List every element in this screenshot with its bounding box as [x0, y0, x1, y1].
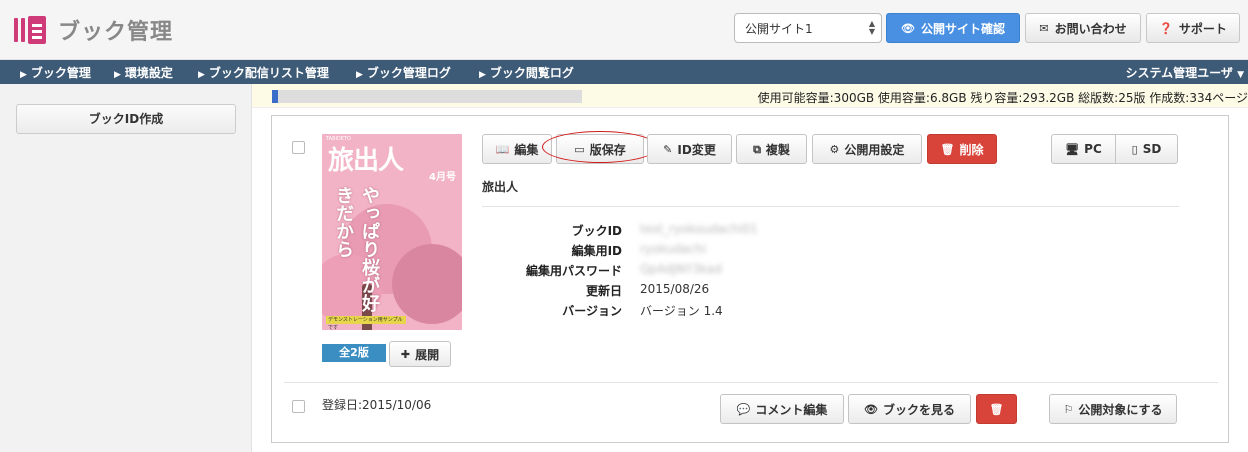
book-id-label: ブックID	[571, 224, 622, 238]
app-title: ブック管理	[58, 20, 174, 45]
nav-item-environment[interactable]: ▶ 環境設定	[114, 64, 173, 81]
edit-password-label: 編集用パスワード	[525, 264, 622, 278]
version-label: バージョン	[562, 304, 622, 318]
flag-icon: ⚐	[1063, 402, 1074, 416]
card-footer-divider	[284, 382, 1218, 383]
nav-label: ブック配信リスト管理	[208, 66, 329, 80]
change-id-label: ID変更	[677, 142, 716, 157]
change-id-button[interactable]: ✎ ID変更	[647, 134, 732, 164]
cover-month: 4月号	[429, 172, 456, 183]
delete-comment-button[interactable]: 🗑	[976, 394, 1017, 424]
cover-title: 旅出人	[328, 146, 404, 176]
footer-checkbox[interactable]	[292, 400, 305, 413]
book-id-value: test_ryokoudachi01	[640, 222, 758, 236]
book-card: TABIDETO 旅出人 4月号 やっぱり桜が好きだから デモンストレーション用…	[271, 115, 1229, 443]
book-title: 旅出人	[482, 180, 519, 194]
header: ブック管理 公開サイト1 ▲ ▼ 👁 公開サイト確認 ✉ お問い合わせ ❓ サポー…	[0, 0, 1248, 60]
capacity-meter	[272, 90, 582, 103]
updated-label: 更新日	[585, 284, 622, 298]
highlight-annotation	[542, 131, 658, 163]
create-book-id-button[interactable]: ブックID作成	[16, 104, 236, 134]
book-icon: 📖	[495, 142, 510, 156]
book-select-checkbox[interactable]	[292, 141, 305, 154]
app-logo[interactable]: ブック管理	[14, 14, 173, 46]
nav-label: ブック管理ログ	[366, 66, 451, 80]
capacity-bar: 使用可能容量:300GB 使用容量:6.8GB 残り容量:293.2GB 総版数…	[252, 84, 1248, 108]
edit-id-label: 編集用ID	[571, 244, 622, 258]
nav-item-management-log[interactable]: ▶ ブック管理ログ	[356, 64, 451, 81]
duplicate-label: 複製	[765, 142, 790, 157]
make-public-label: 公開対象にする	[1078, 402, 1163, 417]
publish-settings-button[interactable]: ⚙ 公開用設定	[812, 134, 922, 164]
contact-label: お問い合わせ	[1054, 21, 1127, 36]
monitor-icon: 🖥	[1065, 142, 1080, 156]
comment-icon: 💬	[736, 402, 751, 416]
nav-item-view-log[interactable]: ▶ ブック閲覧ログ	[479, 64, 574, 81]
support-button[interactable]: ❓ サポート	[1146, 13, 1240, 43]
nav-item-distribution-list[interactable]: ▶ ブック配信リスト管理	[198, 64, 329, 81]
nav-label: 環境設定	[124, 66, 173, 80]
capacity-meter-fill	[272, 90, 278, 103]
comment-edit-label: コメント編集	[755, 402, 828, 417]
site-select[interactable]: 公開サイト1 ▲ ▼	[734, 13, 882, 43]
book-logo-icon	[14, 14, 48, 46]
delete-button[interactable]: 🗑 削除	[927, 134, 997, 164]
version-count-badge: 全2版	[322, 344, 386, 362]
user-menu-label: システム管理ユーザ	[1125, 66, 1233, 80]
view-book-button[interactable]: 👁 ブックを見る	[848, 394, 971, 424]
eye-icon: 👁	[864, 402, 878, 416]
divider	[482, 206, 1179, 207]
nav-label: ブック管理	[30, 66, 91, 80]
pc-label: PC	[1084, 142, 1102, 156]
nav-item-book-management[interactable]: ▶ ブック管理	[20, 64, 91, 81]
preview-site-label: 公開サイト確認	[920, 21, 1005, 36]
updated-value: 2015/08/26	[640, 282, 710, 296]
sd-label: SD	[1142, 142, 1162, 156]
user-menu[interactable]: システム管理ユーザ ▼	[1125, 64, 1244, 81]
pc-button[interactable]: 🖥 PC	[1051, 134, 1116, 164]
delete-label: 削除	[959, 142, 984, 157]
comment-edit-button[interactable]: 💬 コメント編集	[720, 394, 844, 424]
plus-icon: ✚	[400, 347, 411, 361]
eye-icon: 👁	[901, 21, 915, 35]
tablet-icon: ▯	[1131, 142, 1138, 156]
sidebar: ブックID作成	[0, 84, 252, 452]
duplicate-button[interactable]: ⧉ 複製	[736, 134, 807, 164]
main-nav: ▶ ブック管理 ▶ 環境設定 ▶ ブック配信リスト管理 ▶ ブック管理ログ ▶ ブック閲覧…	[0, 60, 1248, 84]
view-book-label: ブックを見る	[882, 402, 955, 417]
question-icon: ❓	[1159, 21, 1173, 35]
site-select-value: 公開サイト1	[745, 22, 813, 36]
edit-label: 編集	[514, 142, 539, 157]
caret-down-icon: ▼	[1237, 70, 1244, 80]
capacity-text: 使用可能容量:300GB 使用容量:6.8GB 残り容量:293.2GB 総版数…	[757, 91, 1248, 105]
edit-icon: ✎	[663, 142, 673, 156]
edit-id-value: ryokudachi	[640, 242, 707, 256]
edit-password-value: QpAdJNY3kad	[640, 262, 722, 276]
registered-date: 登録日:2015/10/06	[322, 398, 432, 412]
expand-button[interactable]: ✚ 展開	[389, 341, 451, 367]
publish-settings-label: 公開用設定	[844, 142, 905, 157]
version-value: バージョン 1.4	[640, 304, 723, 318]
support-label: サポート	[1178, 21, 1227, 36]
trash-icon: 🗑	[989, 402, 1004, 416]
trash-icon: 🗑	[940, 142, 955, 156]
select-arrows-icon: ▲ ▼	[868, 19, 875, 36]
copy-icon: ⧉	[753, 142, 761, 156]
cover-tag: デモンストレーション用サンプルです	[326, 316, 406, 330]
contact-button[interactable]: ✉ お問い合わせ	[1025, 13, 1141, 43]
expand-label: 展開	[415, 347, 440, 362]
book-cover-image[interactable]: TABIDETO 旅出人 4月号 やっぱり桜が好きだから デモンストレーション用…	[322, 134, 462, 330]
envelope-icon: ✉	[1039, 21, 1049, 35]
gear-icon: ⚙	[829, 142, 840, 156]
preview-site-button[interactable]: 👁 公開サイト確認	[886, 13, 1020, 43]
cover-headline: やっぱり桜が好きだから	[333, 186, 380, 312]
make-public-button[interactable]: ⚐ 公開対象にする	[1049, 394, 1177, 424]
sd-button[interactable]: ▯ SD	[1115, 134, 1178, 164]
nav-label: ブック閲覧ログ	[489, 66, 574, 80]
